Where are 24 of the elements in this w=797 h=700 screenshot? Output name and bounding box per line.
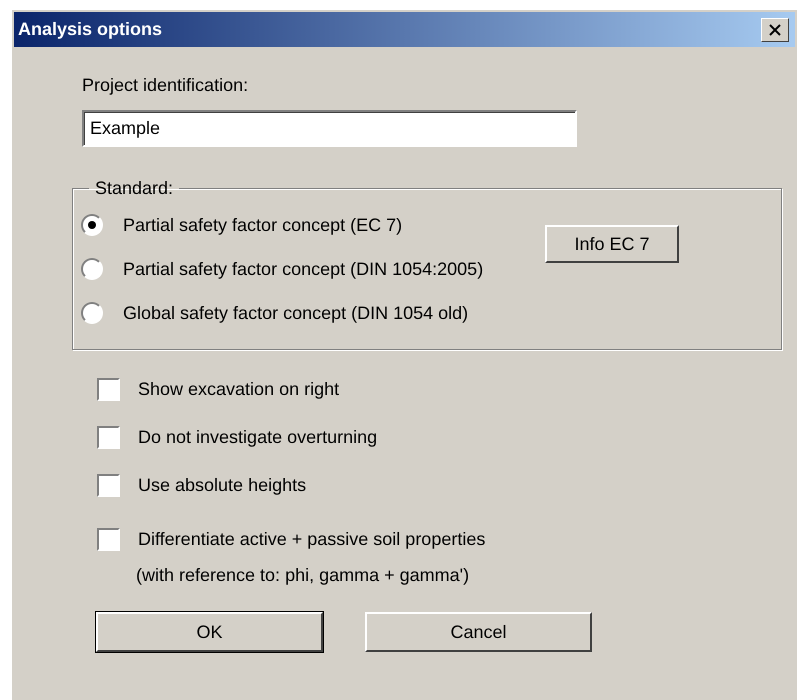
checkbox[interactable] — [97, 528, 120, 551]
input-field[interactable]: Example — [82, 110, 577, 147]
checkbox[interactable] — [97, 426, 120, 449]
radio-button[interactable] — [81, 302, 103, 324]
radio-label: Partial safety factor concept (DIN 1054:2005) — [123, 258, 484, 280]
close-icon — [768, 24, 782, 36]
checkbox-label: Differentiate active + passive soil properties — [138, 529, 486, 550]
window-title: Analysis options — [18, 19, 162, 40]
radio-button[interactable] — [81, 214, 103, 236]
field-label: Project identification: — [82, 75, 250, 96]
radio-button[interactable] — [81, 258, 103, 280]
dialog-button[interactable]: OK — [96, 612, 323, 652]
checkbox[interactable] — [97, 378, 120, 401]
radio-label: Global safety factor concept (DIN 1054 old) — [123, 302, 468, 324]
info-button[interactable]: Info EC 7 — [545, 225, 679, 263]
group-label: Standard: — [94, 178, 174, 199]
note-text: (with reference to: phi, gamma + gamma') — [136, 565, 470, 586]
checkbox-label: Show excavation on right — [138, 379, 340, 400]
checkbox[interactable] — [97, 474, 120, 497]
checkbox-label: Do not investigate overturning — [138, 427, 378, 448]
checkbox-label: Use absolute heights — [138, 475, 306, 496]
radio-label: Partial safety factor concept (EC 7) — [123, 214, 402, 236]
dialog-button[interactable]: Cancel — [365, 612, 592, 652]
close-button[interactable] — [761, 18, 789, 42]
